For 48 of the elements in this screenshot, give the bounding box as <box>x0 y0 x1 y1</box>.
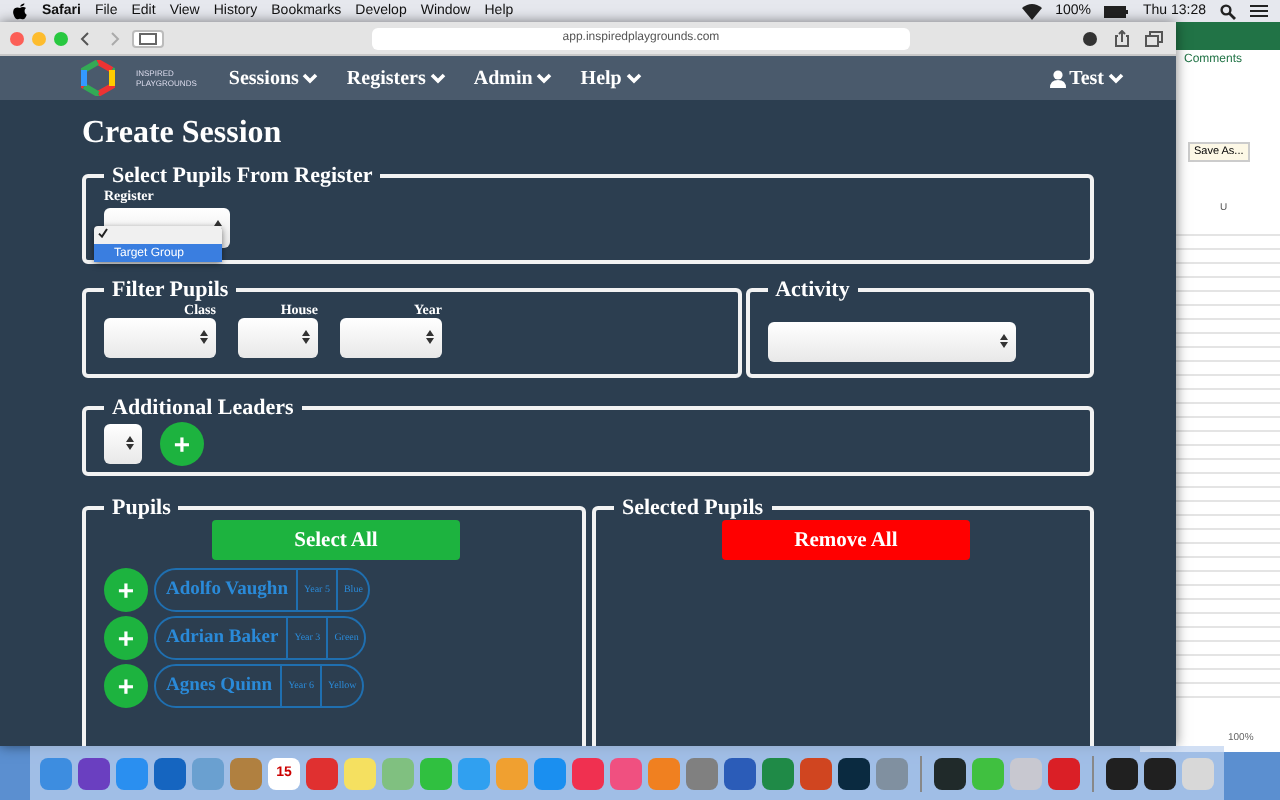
nav-menu[interactable]: Help <box>580 67 642 89</box>
minimize-icon[interactable] <box>32 31 46 45</box>
app-icon[interactable] <box>1106 757 1138 789</box>
search-icon[interactable] <box>1220 3 1236 19</box>
close-icon[interactable] <box>10 31 24 45</box>
updown-arrows-icon <box>302 330 310 344</box>
user-icon <box>1049 69 1066 87</box>
tabs-icon[interactable] <box>1142 29 1166 47</box>
chevron-icon <box>536 72 553 84</box>
updown-arrows-icon <box>200 330 208 344</box>
nav-menu[interactable]: Sessions <box>228 67 319 89</box>
section-title: Additional Leaders <box>110 396 296 420</box>
share-icon[interactable] <box>1110 29 1134 47</box>
section-title: Selected Pupils <box>619 496 766 520</box>
leader-select[interactable] <box>104 424 142 464</box>
chevron-icon <box>1108 72 1124 84</box>
sidebar-icon[interactable] <box>132 29 164 47</box>
nav-menu[interactable]: Registers <box>346 67 446 89</box>
section-title: Activity <box>773 278 852 302</box>
zoom-icon[interactable] <box>54 31 68 45</box>
battery-icon[interactable] <box>1104 5 1129 17</box>
apple-icon[interactable] <box>12 2 28 20</box>
logo-icon[interactable] <box>80 60 116 96</box>
nav-menu[interactable]: Admin <box>473 67 553 89</box>
pupil-name: Adolfo Vaughn <box>164 578 290 604</box>
chevron-icon <box>625 72 642 84</box>
updown-arrows-icon <box>426 330 434 344</box>
activity-select[interactable] <box>767 322 1016 362</box>
remove-all-button[interactable]: Remove All <box>721 520 970 560</box>
wifi-icon[interactable] <box>1021 3 1042 19</box>
section-title: Pupils <box>110 496 173 520</box>
page-title: Create Session <box>82 116 284 152</box>
pupil-name: Adrian Baker <box>164 626 281 652</box>
list-icon[interactable] <box>1250 4 1268 18</box>
check-icon <box>98 228 108 238</box>
chevron-icon <box>429 72 446 84</box>
pupil-name: Agnes Quinn <box>164 674 275 700</box>
updown-arrows-icon <box>999 334 1008 348</box>
section-title: Filter Pupils <box>110 278 231 302</box>
updown-arrows-icon <box>126 436 134 450</box>
section-title: Select Pupils From Register <box>110 164 375 188</box>
user-menu[interactable]: Test <box>1049 67 1124 89</box>
filter-select[interactable] <box>340 318 442 358</box>
app-icon[interactable] <box>934 757 966 789</box>
app-icon[interactable] <box>1144 757 1176 789</box>
filter-select[interactable] <box>238 318 318 358</box>
chevron-icon <box>302 72 319 84</box>
app-icon[interactable] <box>838 757 870 789</box>
